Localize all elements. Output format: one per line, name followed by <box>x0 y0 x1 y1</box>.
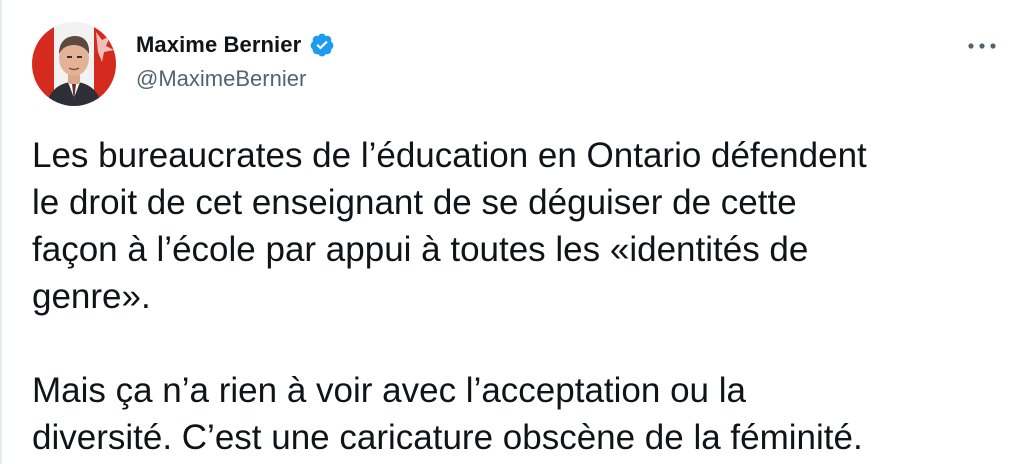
tweet-paragraph-2: Mais ça n’a rien à voir avec l’acceptati… <box>32 371 863 457</box>
author-display-name[interactable]: Maxime Bernier <box>136 32 301 58</box>
author-name-row: Maxime Bernier <box>136 32 335 58</box>
more-options-icon <box>968 43 996 49</box>
tweet-card: Maxime Bernier @MaximeBernier Les bureau… <box>0 0 1030 464</box>
avatar-image <box>32 22 116 106</box>
tweet-text: Les bureaucrates de l’éducation en Ontar… <box>32 132 1007 461</box>
tweet-paragraph-1: Les bureaucrates de l’éducation en Ontar… <box>32 136 867 316</box>
more-options-button[interactable] <box>964 34 1000 58</box>
author-handle[interactable]: @MaximeBernier <box>136 66 306 92</box>
verified-badge-icon <box>309 32 335 58</box>
avatar[interactable] <box>32 22 116 106</box>
